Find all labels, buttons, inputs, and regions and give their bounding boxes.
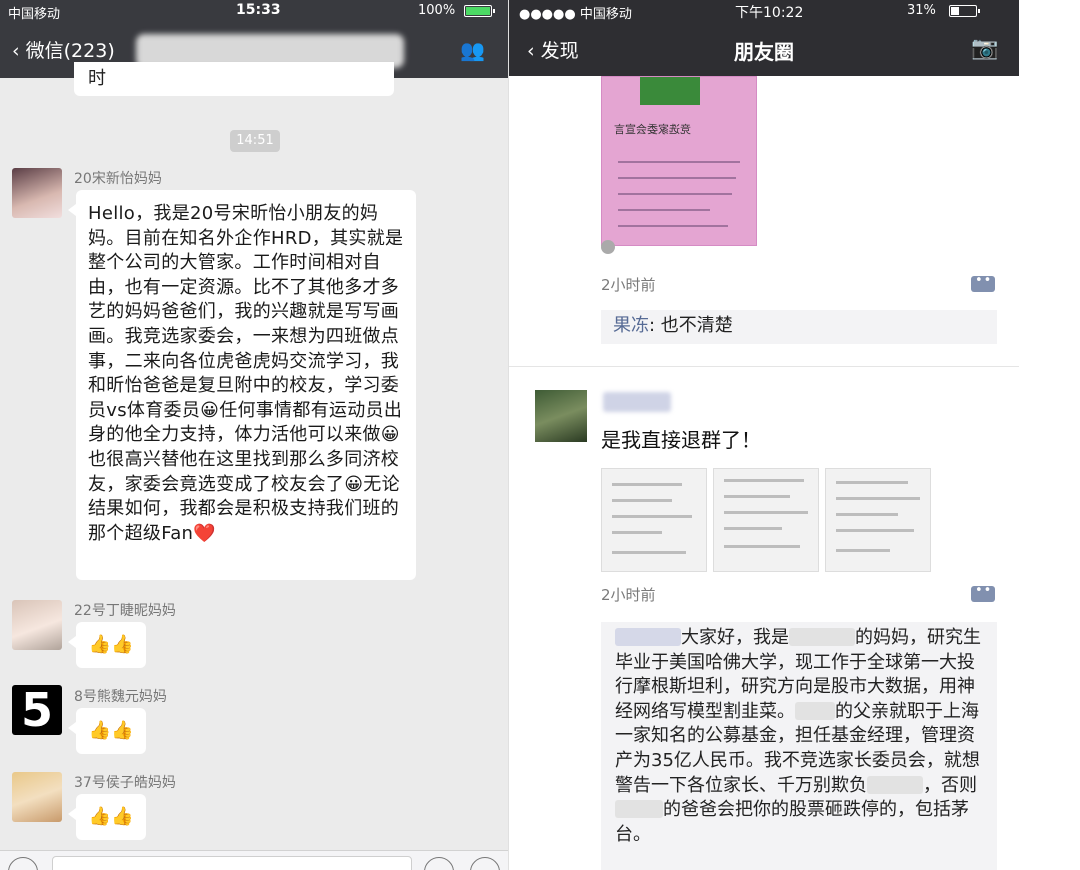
post-image[interactable] — [601, 468, 707, 572]
comment-text: ，否则 — [923, 774, 977, 796]
blurred-name — [795, 701, 835, 720]
message-input[interactable] — [52, 856, 412, 870]
post-text: 是我直接退群了！ — [601, 428, 761, 452]
plus-icon[interactable] — [470, 857, 500, 870]
camera-icon[interactable]: 📷 — [971, 36, 998, 61]
blurred-name — [615, 800, 663, 819]
post-image[interactable]: 竞选家委会宣言 — [601, 76, 757, 246]
blurred-author-name[interactable] — [603, 392, 671, 412]
comment-text: : 也不清楚 — [649, 315, 733, 336]
post-time: 2小时前 — [601, 276, 656, 294]
time-divider: 14:51 — [230, 130, 280, 152]
sender-name: 22号丁睫昵妈妈 — [74, 603, 176, 619]
status-bar: ●●●●● 中国移动 下午10:22 31% — [509, 0, 1019, 22]
message-bubble[interactable]: 👍👍 — [68, 622, 146, 668]
battery-percent: 31% — [907, 3, 936, 18]
comment-text: 大家好，我是 — [681, 627, 789, 648]
post-image[interactable] — [825, 468, 931, 572]
comment-author[interactable]: 果冻 — [613, 315, 649, 336]
clip-decoration — [601, 240, 615, 254]
input-bar — [0, 850, 508, 870]
comment[interactable]: 果冻: 也不清楚 — [613, 314, 985, 339]
voice-icon[interactable] — [8, 857, 38, 870]
group-members-icon[interactable]: 👥 — [460, 38, 485, 62]
moments-nav-bar: ‹ 发现 朋友圈 📷 — [509, 22, 1019, 76]
emoji-icon[interactable] — [424, 857, 454, 870]
carrier-label: 中国移动 — [8, 7, 61, 22]
blurred-name — [789, 628, 855, 646]
comment-text: 的爸爸会把你的股票砸跌停的，包括茅台。 — [615, 799, 969, 845]
comment[interactable]: 大家好，我是 的妈妈，研究生毕业于美国哈佛大学，现工作于全球第一大投行摩根斯坦利，… — [615, 626, 983, 847]
carrier-label: ●●●●● 中国移动 — [519, 7, 632, 22]
avatar[interactable] — [535, 390, 587, 442]
clock: 下午10:22 — [735, 5, 804, 21]
avatar[interactable] — [12, 168, 62, 218]
message-text: Hello，我是20号宋昕怡小朋友的妈妈。目前在知名外企作HRD，其实就是整个公… — [88, 203, 404, 544]
avatar[interactable]: 5 — [12, 685, 62, 735]
back-button[interactable]: ‹ 微信(223) — [12, 36, 115, 63]
post-image[interactable] — [713, 468, 819, 572]
avatar[interactable] — [12, 600, 62, 650]
previous-message-bubble: 时 — [74, 62, 394, 96]
comment-more-icon[interactable] — [971, 273, 995, 292]
clock: 15:33 — [236, 2, 281, 18]
moments-screen: ●●●●● 中国移动 下午10:22 31% ‹ 发现 朋友圈 📷 竞选家委会宣… — [508, 0, 1080, 870]
chat-screen: 中国移动 15:33 100% ‹ 微信(223) 👥 时 14:51 20宋新… — [0, 0, 508, 870]
divider — [509, 366, 1019, 367]
message-bubble[interactable]: 👍👍 — [68, 794, 146, 840]
previous-message-text: 时 — [88, 68, 106, 89]
message-bubble[interactable]: Hello，我是20号宋昕怡小朋友的妈妈。目前在知名外企作HRD，其实就是整个公… — [68, 190, 416, 580]
blurred-comment-author[interactable] — [615, 628, 681, 646]
back-label: 微信(223) — [25, 40, 115, 62]
comment-area: 果冻: 也不清楚 — [601, 310, 997, 344]
sender-name: 8号熊魏元妈妈 — [74, 689, 167, 705]
sender-name: 37号侯子皓妈妈 — [74, 775, 176, 791]
status-bar: 中国移动 15:33 100% — [0, 0, 508, 22]
battery-icon — [464, 5, 495, 17]
avatar[interactable] — [12, 772, 62, 822]
blurred-name — [867, 775, 923, 794]
comment-area: 大家好，我是 的妈妈，研究生毕业于美国哈佛大学，现工作于全球第一大投行摩根斯坦利，… — [601, 622, 997, 870]
sender-name: 20宋新怡妈妈 — [74, 171, 162, 187]
message-bubble[interactable]: 👍👍 — [68, 708, 146, 754]
comment-more-icon[interactable] — [971, 583, 995, 602]
page-title: 朋友圈 — [734, 40, 794, 64]
poster-title: 竞选家委会宣言 — [614, 123, 691, 136]
post-time: 2小时前 — [601, 586, 656, 604]
battery-percent: 100% — [418, 3, 456, 18]
plant-decoration — [640, 77, 700, 105]
battery-icon — [949, 5, 980, 17]
